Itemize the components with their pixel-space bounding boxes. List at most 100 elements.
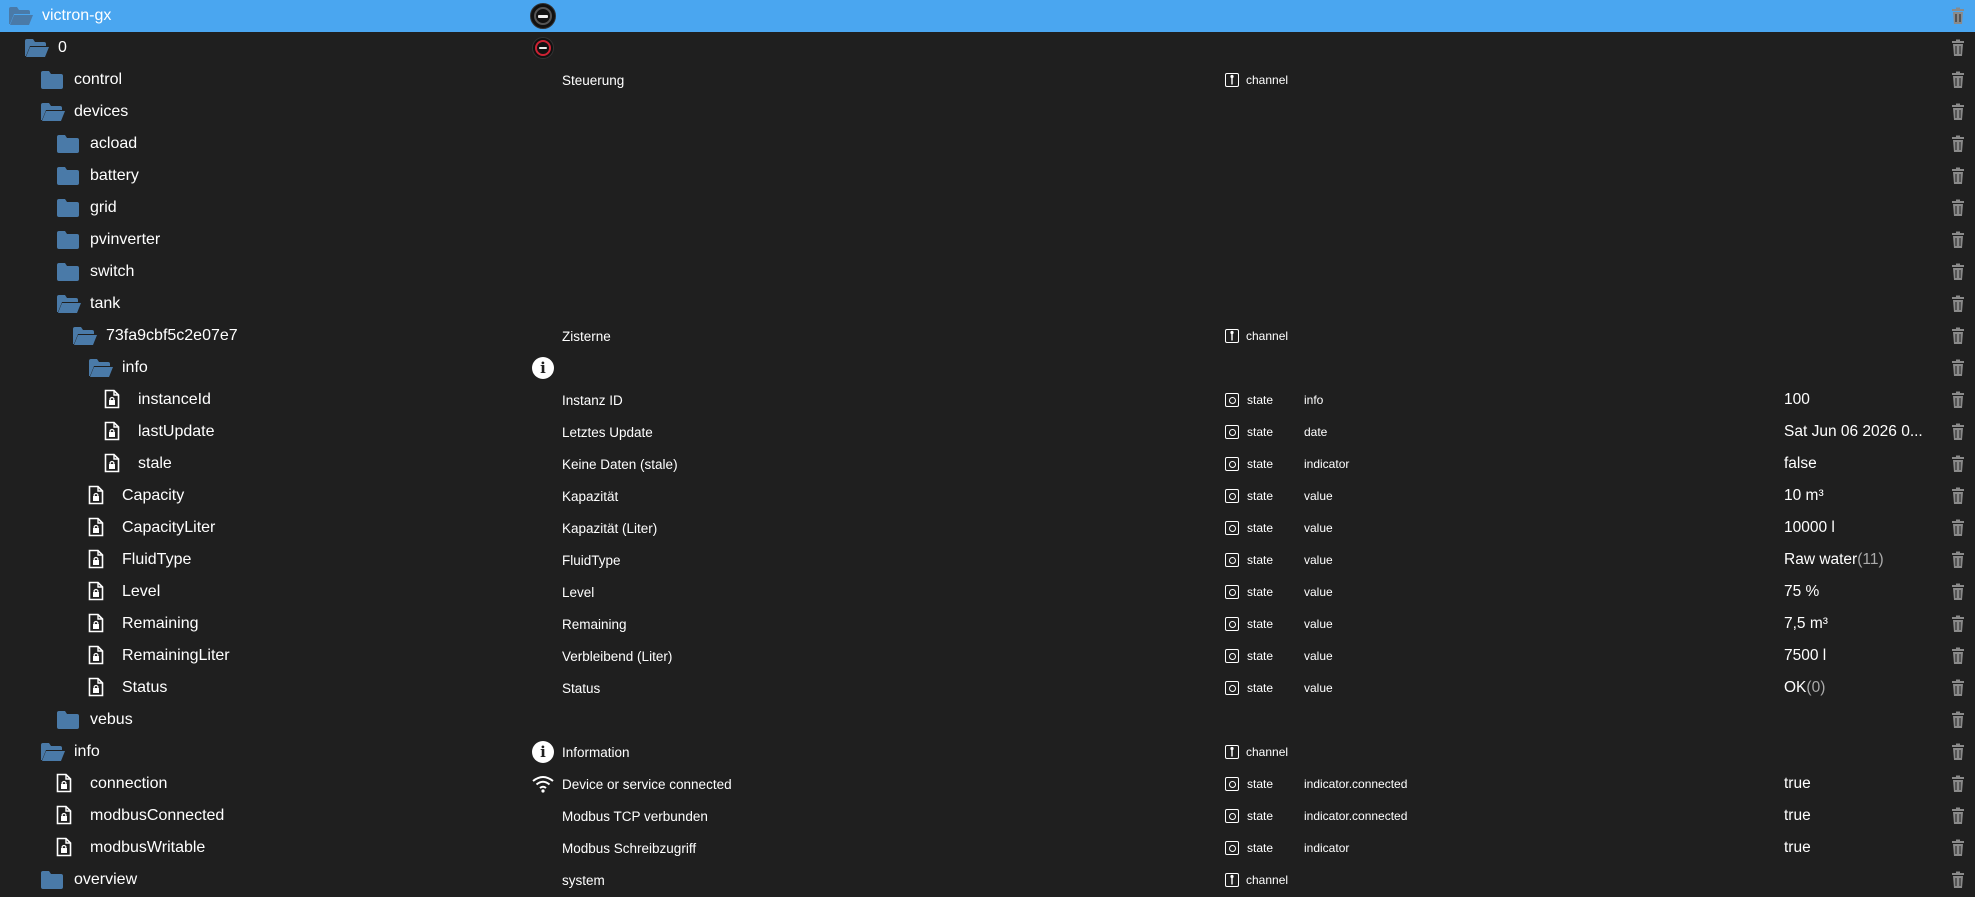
- folder-open-icon[interactable]: [40, 102, 65, 122]
- tree-row[interactable]: pvinverter: [0, 224, 1975, 256]
- delete-trash-icon[interactable]: [1948, 384, 1968, 416]
- tree-row[interactable]: modbusConnected Modbus TCP verbunden state…: [0, 800, 1975, 832]
- tree-node-name[interactable]: Remaining: [88, 608, 198, 640]
- file-lock-icon[interactable]: [104, 389, 124, 411]
- tree-node-name[interactable]: Status: [88, 672, 167, 704]
- tree-node-name[interactable]: devices: [40, 96, 128, 128]
- tree-node-name[interactable]: switch: [56, 256, 134, 288]
- tree-node-name[interactable]: instanceId: [104, 384, 211, 416]
- tree-node-name[interactable]: pvinverter: [56, 224, 160, 256]
- tree-node-name[interactable]: modbusWritable: [56, 832, 205, 864]
- tree-row[interactable]: grid: [0, 192, 1975, 224]
- node-value[interactable]: true: [1784, 800, 1954, 832]
- tree-node-name[interactable]: grid: [56, 192, 117, 224]
- tree-node-name[interactable]: lastUpdate: [104, 416, 215, 448]
- tree-row[interactable]: info i Information channel: [0, 736, 1975, 768]
- delete-trash-icon[interactable]: [1948, 544, 1968, 576]
- tree-row[interactable]: acload: [0, 128, 1975, 160]
- tree-row[interactable]: 0: [0, 32, 1975, 64]
- tree-node-name[interactable]: victron-gx: [8, 0, 111, 32]
- tree-node-name[interactable]: acload: [56, 128, 137, 160]
- tree-node-name[interactable]: RemainingLiter: [88, 640, 230, 672]
- tree-row[interactable]: switch: [0, 256, 1975, 288]
- folder-icon[interactable]: [56, 166, 80, 186]
- delete-trash-icon[interactable]: [1948, 736, 1968, 768]
- tree-row[interactable]: control Steuerung channel: [0, 64, 1975, 96]
- delete-trash-icon[interactable]: [1948, 96, 1968, 128]
- delete-trash-icon[interactable]: [1948, 800, 1968, 832]
- tree-node-name[interactable]: modbusConnected: [56, 800, 224, 832]
- delete-trash-icon[interactable]: [1948, 608, 1968, 640]
- tree-row[interactable]: RemainingLiter Verbleibend (Liter) state va…: [0, 640, 1975, 672]
- tree-node-name[interactable]: vebus: [56, 704, 133, 736]
- folder-open-icon[interactable]: [88, 358, 113, 378]
- delete-trash-icon[interactable]: [1948, 64, 1968, 96]
- delete-trash-icon[interactable]: [1948, 704, 1968, 736]
- tree-row[interactable]: tank: [0, 288, 1975, 320]
- node-value[interactable]: OK (0): [1784, 672, 1954, 704]
- node-value[interactable]: 7,5 m³: [1784, 608, 1954, 640]
- tree-node-name[interactable]: info: [40, 736, 100, 768]
- file-lock-icon[interactable]: [88, 485, 108, 507]
- tree-row[interactable]: overview system channel: [0, 864, 1975, 896]
- delete-trash-icon[interactable]: [1948, 128, 1968, 160]
- node-value[interactable]: 10000 l: [1784, 512, 1954, 544]
- node-value[interactable]: 7500 l: [1784, 640, 1954, 672]
- delete-trash-icon[interactable]: [1948, 0, 1968, 32]
- node-value[interactable]: 100: [1784, 384, 1954, 416]
- file-lock-icon[interactable]: [56, 837, 76, 859]
- tree-row[interactable]: Status Status state value OK (0): [0, 672, 1975, 704]
- tree-row[interactable]: modbusWritable Modbus Schreibzugriff state…: [0, 832, 1975, 864]
- delete-trash-icon[interactable]: [1948, 576, 1968, 608]
- tree-node-name[interactable]: battery: [56, 160, 139, 192]
- folder-icon[interactable]: [56, 230, 80, 250]
- tree-row[interactable]: stale Keine Daten (stale) state indicator fa…: [0, 448, 1975, 480]
- delete-trash-icon[interactable]: [1948, 256, 1968, 288]
- tree-row[interactable]: Level Level state value 75 %: [0, 576, 1975, 608]
- folder-icon[interactable]: [40, 870, 64, 890]
- tree-row[interactable]: vebus: [0, 704, 1975, 736]
- delete-trash-icon[interactable]: [1948, 352, 1968, 384]
- delete-trash-icon[interactable]: [1948, 320, 1968, 352]
- tree-row[interactable]: victron-gx: [0, 0, 1975, 32]
- file-lock-icon[interactable]: [88, 645, 108, 667]
- tree-node-name[interactable]: control: [40, 64, 122, 96]
- tree-node-name[interactable]: FluidType: [88, 544, 191, 576]
- file-lock-icon[interactable]: [56, 773, 76, 795]
- delete-trash-icon[interactable]: [1948, 448, 1968, 480]
- file-lock-icon[interactable]: [88, 677, 108, 699]
- tree-row[interactable]: 73fa9cbf5c2e07e7 Zisterne channel: [0, 320, 1975, 352]
- delete-trash-icon[interactable]: [1948, 768, 1968, 800]
- file-lock-icon[interactable]: [88, 581, 108, 603]
- tree-node-name[interactable]: Capacity: [88, 480, 184, 512]
- folder-icon[interactable]: [56, 710, 80, 730]
- file-lock-icon[interactable]: [104, 453, 124, 475]
- node-value[interactable]: true: [1784, 832, 1954, 864]
- delete-trash-icon[interactable]: [1948, 288, 1968, 320]
- tree-node-name[interactable]: overview: [40, 864, 137, 896]
- tree-node-name[interactable]: 73fa9cbf5c2e07e7: [72, 320, 238, 352]
- tree-row[interactable]: CapacityLiter Kapazität (Liter) state value…: [0, 512, 1975, 544]
- file-lock-icon[interactable]: [88, 517, 108, 539]
- file-lock-icon[interactable]: [104, 421, 124, 443]
- folder-open-icon[interactable]: [8, 6, 33, 26]
- file-lock-icon[interactable]: [88, 549, 108, 571]
- tree-node-name[interactable]: connection: [56, 768, 167, 800]
- delete-trash-icon[interactable]: [1948, 32, 1968, 64]
- tree-node-name[interactable]: info: [88, 352, 148, 384]
- delete-trash-icon[interactable]: [1948, 512, 1968, 544]
- folder-open-icon[interactable]: [40, 742, 65, 762]
- delete-trash-icon[interactable]: [1948, 864, 1968, 896]
- delete-trash-icon[interactable]: [1948, 160, 1968, 192]
- node-value[interactable]: 10 m³: [1784, 480, 1954, 512]
- delete-trash-icon[interactable]: [1948, 416, 1968, 448]
- file-lock-icon[interactable]: [56, 805, 76, 827]
- delete-trash-icon[interactable]: [1948, 640, 1968, 672]
- tree-row[interactable]: Remaining Remaining state value 7,5 m³: [0, 608, 1975, 640]
- tree-row[interactable]: instanceId Instanz ID state info 100: [0, 384, 1975, 416]
- delete-trash-icon[interactable]: [1948, 832, 1968, 864]
- delete-trash-icon[interactable]: [1948, 672, 1968, 704]
- node-value[interactable]: false: [1784, 448, 1954, 480]
- tree-row[interactable]: info i: [0, 352, 1975, 384]
- node-value[interactable]: 75 %: [1784, 576, 1954, 608]
